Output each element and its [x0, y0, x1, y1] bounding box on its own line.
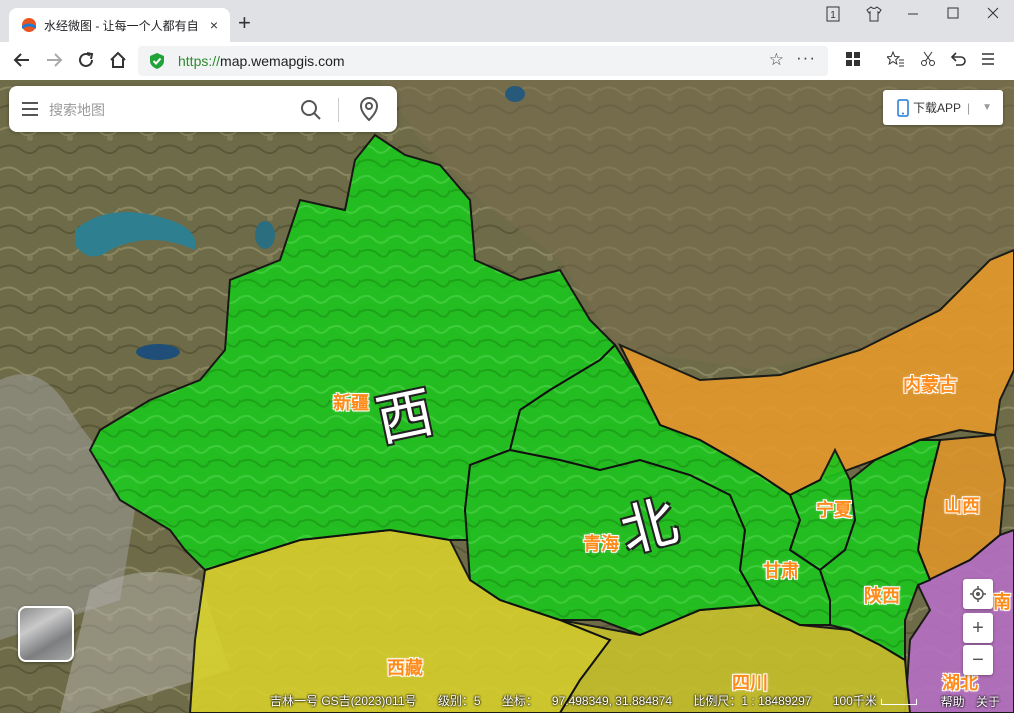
coordinates: 坐标： 97.498349, 31.884874: [502, 694, 672, 708]
region-label-xinjiang[interactable]: 新疆: [333, 389, 369, 415]
more-options-icon[interactable]: ···: [796, 48, 816, 68]
tab-count: 1: [830, 10, 836, 21]
location-pin-icon[interactable]: [358, 97, 380, 121]
new-tab-button[interactable]: +: [238, 12, 251, 34]
shirt-icon[interactable]: [859, 6, 889, 25]
download-app-separator: |: [967, 100, 971, 115]
scale-bar: 100千米: [833, 694, 935, 708]
map-search-input[interactable]: [47, 98, 291, 122]
home-icon[interactable]: [108, 51, 128, 74]
apps-grid-icon[interactable]: [842, 51, 864, 73]
site-favicon-icon: [22, 18, 36, 32]
scale-bar-graphic: [880, 698, 917, 705]
scissors-icon[interactable]: [917, 51, 939, 73]
map-base-layer: [0, 80, 1014, 713]
maximize-icon[interactable]: [938, 6, 968, 23]
map-status-bar: 吉林一号 GS吉(2023)011号 级别：5 坐标： 97.498349, 31…: [270, 692, 953, 709]
url-scheme: https://: [178, 53, 221, 69]
hamburger-menu-icon[interactable]: [21, 100, 39, 118]
back-icon[interactable]: [12, 51, 32, 74]
tab-title: 水经微图 - 让每一个人都有自: [44, 18, 199, 33]
bookmark-star-icon[interactable]: ☆: [769, 50, 784, 70]
download-app-button[interactable]: 下载APP | ▼: [883, 90, 1003, 125]
search-divider: [338, 98, 339, 122]
region-label-shaanxi[interactable]: 陕西: [864, 582, 900, 608]
about-link[interactable]: 关于: [976, 695, 1000, 709]
coordinates-value: 97.498349, 31.884874: [551, 694, 673, 708]
footer-links: 帮助 关于: [933, 693, 1000, 710]
region-label-gansu[interactable]: 甘肃: [763, 557, 799, 583]
address-toolbar: https://map.wemapgis.com ☆ ···: [0, 42, 1014, 81]
zoom-level-label: 级别：: [437, 694, 474, 708]
tab-close-icon[interactable]: ×: [207, 17, 221, 33]
phone-icon: [897, 98, 909, 117]
region-label-neimenggu[interactable]: 内蒙古: [903, 371, 957, 397]
zoom-level-value: 5: [473, 694, 481, 708]
coordinates-label: 坐标：: [501, 694, 538, 708]
scale-label: 比例尺：: [693, 694, 742, 708]
url-host: map.wemapgis.com: [220, 53, 345, 69]
region-label-qinghai[interactable]: 青海: [583, 530, 619, 556]
download-app-label: 下载APP: [913, 101, 962, 115]
search-icon[interactable]: [300, 99, 322, 121]
tab-strip: 水经微图 - 让每一个人都有自 × + 1: [0, 0, 1014, 42]
map-canvas[interactable]: 新疆 青海 甘肃 宁夏 陕西 内蒙古 山西 西藏 四川 湖北 南 西 北 下载A…: [0, 80, 1014, 713]
chevron-down-icon[interactable]: ▼: [982, 102, 992, 113]
map-search-box: [9, 86, 397, 132]
scale-bar-text: 100千米: [832, 694, 877, 708]
secure-shield-icon: [150, 53, 164, 69]
reload-icon[interactable]: [76, 51, 96, 74]
undo-icon[interactable]: [947, 51, 969, 73]
help-link[interactable]: 帮助: [941, 695, 965, 709]
region-label-henan-partial[interactable]: 南: [993, 588, 1011, 614]
minimize-icon[interactable]: [898, 6, 928, 23]
window-close-icon[interactable]: [978, 6, 1008, 23]
locate-me-button[interactable]: [963, 579, 993, 609]
region-label-xizang[interactable]: 西藏: [387, 654, 423, 680]
zoom-out-button[interactable]: −: [963, 645, 993, 675]
region-label-ningxia[interactable]: 宁夏: [816, 496, 852, 522]
crosshair-icon: [970, 586, 986, 602]
address-bar[interactable]: https://map.wemapgis.com ☆ ···: [138, 46, 828, 76]
region-label-shanxi[interactable]: 山西: [944, 492, 980, 518]
zoom-level: 级别：5: [438, 694, 481, 708]
browser-tab[interactable]: 水经微图 - 让每一个人都有自 ×: [9, 8, 230, 42]
layer-switch-thumbnail[interactable]: [18, 606, 74, 662]
attribution-text: 吉林一号 GS吉(2023)011号: [270, 694, 417, 708]
tab-counter-icon[interactable]: 1: [818, 6, 848, 25]
forward-icon[interactable]: [44, 51, 64, 74]
scale-value: 1 : 18489297: [741, 694, 812, 708]
favorites-icon[interactable]: [885, 50, 907, 73]
browser-menu-icon[interactable]: [977, 51, 999, 73]
zoom-in-button[interactable]: +: [963, 613, 993, 643]
scale: 比例尺：1 : 18489297: [693, 694, 811, 708]
